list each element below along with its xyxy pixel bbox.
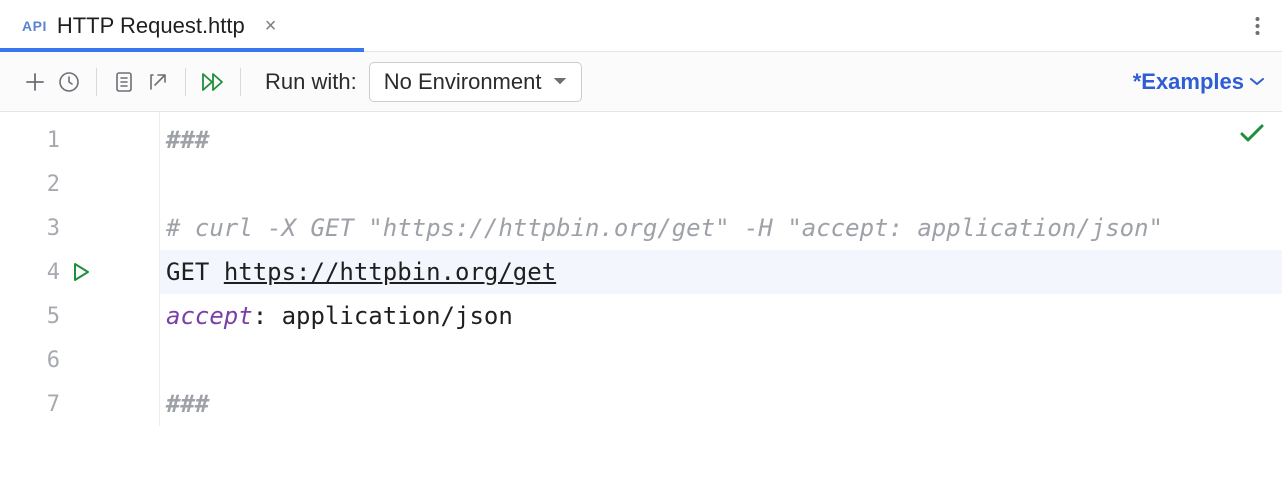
examples-dropdown[interactable]: *Examples	[1133, 69, 1264, 95]
code-area[interactable]: ### # curl -X GET "https://httpbin.org/g…	[160, 112, 1282, 426]
environment-select[interactable]: No Environment	[369, 62, 583, 102]
chevron-down-icon	[1250, 77, 1264, 87]
line-number: 6	[0, 348, 60, 373]
gutter: 1 2 3 4 5 6 7	[0, 112, 160, 426]
line-number: 3	[0, 216, 60, 241]
tab[interactable]: API HTTP Request.http ×	[0, 0, 294, 51]
code-line[interactable]: GET https://httpbin.org/get	[160, 250, 1282, 294]
environment-select-value: No Environment	[384, 69, 542, 95]
run-with-label: Run with:	[265, 69, 357, 95]
line-number: 1	[0, 128, 60, 153]
inspection-ok-icon[interactable]	[1240, 124, 1264, 144]
api-file-icon: API	[22, 18, 47, 34]
separator	[96, 68, 97, 96]
code-line[interactable]: ###	[160, 118, 1282, 162]
code-line[interactable]	[160, 338, 1282, 382]
code-line[interactable]: # curl -X GET "https://httpbin.org/get" …	[160, 206, 1282, 250]
separator	[240, 68, 241, 96]
tab-bar: API HTTP Request.http ×	[0, 0, 1282, 52]
line-number: 2	[0, 172, 60, 197]
add-request-icon[interactable]	[18, 65, 52, 99]
more-menu-icon[interactable]	[1233, 16, 1282, 36]
code-editor[interactable]: 1 2 3 4 5 6 7 ### # curl -X GET "https:/…	[0, 112, 1282, 426]
import-icon[interactable]	[141, 65, 175, 99]
structure-icon[interactable]	[107, 65, 141, 99]
run-gutter-icon[interactable]	[60, 263, 145, 281]
code-line[interactable]	[160, 162, 1282, 206]
chevron-down-icon	[553, 77, 567, 87]
line-number: 5	[0, 304, 60, 329]
code-line[interactable]: ###	[160, 382, 1282, 426]
code-line[interactable]: accept: application/json	[160, 294, 1282, 338]
close-tab-icon[interactable]: ×	[265, 16, 277, 36]
line-number: 4	[0, 260, 60, 285]
toolbar: Run with: No Environment *Examples	[0, 52, 1282, 112]
separator	[185, 68, 186, 96]
line-number: 7	[0, 392, 60, 417]
tab-title: HTTP Request.http	[57, 13, 245, 39]
history-icon[interactable]	[52, 65, 86, 99]
active-tab-indicator	[0, 48, 364, 52]
examples-label: *Examples	[1133, 69, 1244, 95]
run-all-icon[interactable]	[196, 65, 230, 99]
